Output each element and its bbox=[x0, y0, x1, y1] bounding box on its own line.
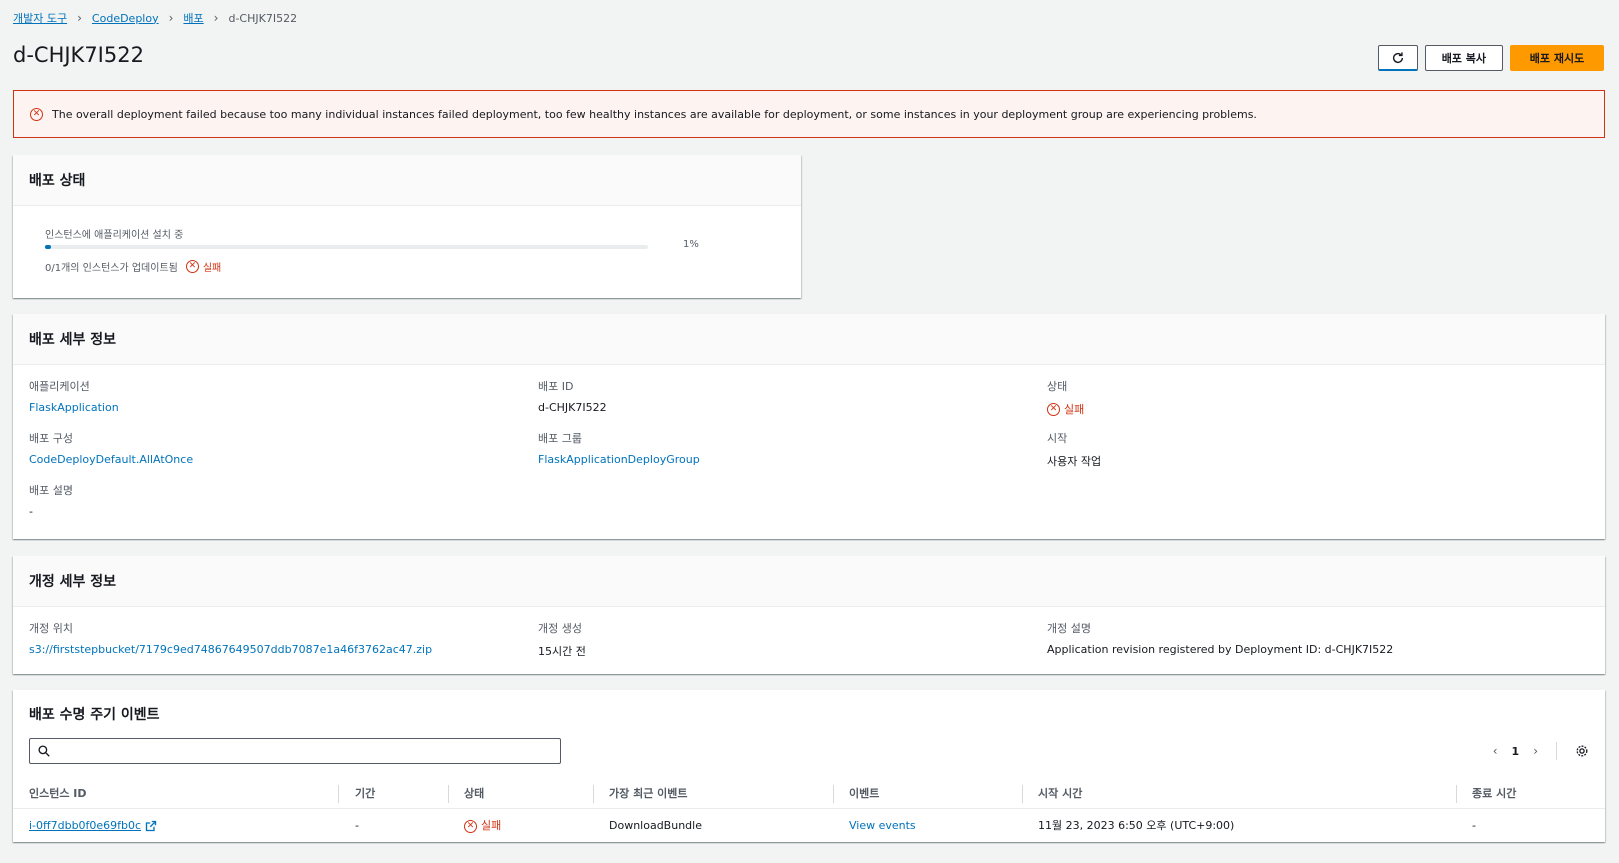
error-icon: ✕ bbox=[30, 107, 43, 121]
alert-message: The overall deployment failed because to… bbox=[52, 107, 1257, 121]
col-latest-event[interactable]: 가장 최근 이벤트 bbox=[609, 779, 688, 809]
status-value: 실패 bbox=[1064, 403, 1085, 416]
header-actions: 배포 복사 배포 재시도 bbox=[1377, 45, 1604, 71]
instance-id-link[interactable]: i-0ff7dbb0f0e69fb0c bbox=[29, 810, 141, 842]
revision-location-label: 개정 위치 bbox=[29, 622, 73, 635]
start-value: 사용자 작업 bbox=[1047, 455, 1102, 468]
revision-description-value: Application revision registered by Deplo… bbox=[1047, 643, 1394, 656]
error-icon: ✕ bbox=[185, 260, 199, 273]
progress-label: 인스턴스에 애플리케이션 설치 중 bbox=[45, 230, 184, 241]
status-failed: 실패 bbox=[202, 263, 222, 274]
error-icon: ✕ bbox=[464, 819, 477, 833]
config-link[interactable]: CodeDeployDefault.AllAtOnce bbox=[29, 453, 193, 466]
col-duration[interactable]: 기간 bbox=[355, 779, 375, 809]
config-label: 배포 구성 bbox=[29, 432, 73, 445]
revision-description-field: 개정 설명 Application revision registered by… bbox=[1047, 620, 1393, 656]
error-alert: ✕ The overall deployment failed because … bbox=[13, 90, 1605, 138]
col-status[interactable]: 상태 bbox=[464, 779, 484, 809]
revision-location-field: 개정 위치 s3://firststepbucket/7179c9ed74867… bbox=[29, 620, 432, 656]
refresh-button[interactable] bbox=[1377, 45, 1418, 71]
revision-created-field: 개정 생성 15시간 전 bbox=[538, 620, 586, 659]
status-field: 상태 ✕ 실패 bbox=[1047, 378, 1084, 417]
config-field: 배포 구성 CodeDeployDefault.AllAtOnce bbox=[29, 430, 193, 466]
deployment-id-value: d-CHJK7I522 bbox=[538, 401, 607, 414]
col-start-time[interactable]: 시작 시간 bbox=[1038, 779, 1082, 809]
revision-details-panel: 개정 세부 정보 개정 위치 s3://firststepbucket/7179… bbox=[13, 556, 1605, 674]
revision-created-value: 15시간 전 bbox=[538, 645, 586, 658]
deployment-id-label: 배포 ID bbox=[538, 380, 574, 393]
instance-id-cell: i-0ff7dbb0f0e69fb0c bbox=[29, 810, 157, 842]
revision-description-label: 개정 설명 bbox=[1047, 622, 1091, 635]
breadcrumb-current: d-CHJK7I522 bbox=[228, 11, 298, 25]
panel-title: 배포 수명 주기 이벤트 bbox=[29, 707, 160, 723]
page-number[interactable]: 1 bbox=[1512, 745, 1520, 758]
table-row: i-0ff7dbb0f0e69fb0c - ✕ 실패 DownloadBundl… bbox=[13, 810, 1605, 842]
col-events[interactable]: 이벤트 bbox=[849, 779, 879, 809]
instances-updated-text: 0/1개의 인스턴스가 업데이트됨 bbox=[45, 263, 178, 274]
chevron-right-icon: › bbox=[168, 11, 174, 25]
lifecycle-events-panel: 배포 수명 주기 이벤트 ‹ 1 › 인스턴스 ID 기간 상태 가장 최근 이… bbox=[13, 690, 1605, 842]
end-time-cell: - bbox=[1472, 819, 1476, 832]
latest-event-cell: DownloadBundle bbox=[609, 819, 702, 832]
start-time-cell: 11월 23, 2023 6:50 오후 (UTC+9:00) bbox=[1038, 819, 1235, 832]
panel-title: 배포 세부 정보 bbox=[13, 314, 1605, 365]
chevron-left-icon[interactable]: ‹ bbox=[1493, 744, 1498, 758]
duration-cell: - bbox=[355, 819, 359, 832]
breadcrumb-developer-tools[interactable]: 개발자 도구 bbox=[13, 10, 67, 26]
breadcrumb-codedeploy[interactable]: CodeDeploy bbox=[92, 12, 159, 25]
retry-deployment-button[interactable]: 배포 재시도 bbox=[1510, 45, 1604, 71]
panel-title: 배포 상태 bbox=[13, 155, 801, 206]
chevron-right-icon: › bbox=[213, 11, 219, 25]
application-label: 애플리케이션 bbox=[29, 380, 90, 393]
chevron-right-icon[interactable]: › bbox=[1533, 744, 1538, 758]
description-value: - bbox=[29, 505, 33, 518]
chevron-right-icon: › bbox=[77, 11, 82, 25]
table-header: 인스턴스 ID 기간 상태 가장 최근 이벤트 이벤트 시작 시간 종료 시간 bbox=[13, 779, 1605, 809]
panel-title: 개정 세부 정보 bbox=[13, 556, 1605, 607]
copy-deployment-button[interactable]: 배포 복사 bbox=[1424, 45, 1503, 71]
col-end-time[interactable]: 종료 시간 bbox=[1472, 779, 1516, 809]
revision-created-label: 개정 생성 bbox=[538, 622, 582, 635]
refresh-icon bbox=[1392, 51, 1403, 63]
deployment-id-field: 배포 ID d-CHJK7I522 bbox=[538, 378, 607, 414]
status-label: 상태 bbox=[1047, 380, 1068, 393]
start-label: 시작 bbox=[1047, 432, 1068, 445]
col-instance-id[interactable]: 인스턴스 ID bbox=[29, 779, 87, 809]
status-cell: ✕ 실패 bbox=[464, 810, 501, 842]
page-title: d-CHJK7I522 bbox=[13, 43, 144, 67]
description-label: 배포 설명 bbox=[29, 484, 73, 497]
application-link[interactable]: FlaskApplication bbox=[29, 401, 119, 414]
search-input[interactable] bbox=[29, 738, 561, 764]
progress-fill bbox=[45, 245, 52, 249]
view-events-link[interactable]: View events bbox=[849, 810, 916, 842]
breadcrumb-deployments[interactable]: 배포 bbox=[183, 10, 203, 26]
description-field: 배포 설명 - bbox=[29, 482, 73, 518]
error-icon: ✕ bbox=[1047, 402, 1060, 416]
group-label: 배포 그룹 bbox=[538, 432, 582, 445]
revision-location-link[interactable]: s3://firststepbucket/7179c9ed74867649507… bbox=[29, 643, 432, 656]
deployment-details-panel: 배포 세부 정보 애플리케이션 FlaskApplication 배포 ID d… bbox=[13, 314, 1605, 539]
start-field: 시작 사용자 작업 bbox=[1047, 430, 1101, 469]
progress-percent: 1% bbox=[683, 239, 699, 250]
group-link[interactable]: FlaskApplicationDeployGroup bbox=[538, 453, 700, 466]
deployment-status-panel: 배포 상태 인스턴스에 애플리케이션 설치 중 1% 0/1개의 인스턴스가 업… bbox=[13, 155, 801, 298]
pagination: ‹ 1 › bbox=[1493, 742, 1589, 760]
search-icon bbox=[38, 745, 50, 757]
breadcrumb: 개발자 도구 › CodeDeploy › 배포 › d-CHJK7I522 bbox=[13, 10, 297, 26]
external-link-icon[interactable] bbox=[145, 820, 157, 832]
settings-gear-icon[interactable] bbox=[1575, 744, 1589, 758]
group-field: 배포 그룹 FlaskApplicationDeployGroup bbox=[538, 430, 700, 466]
progress-bar bbox=[45, 245, 648, 249]
application-field: 애플리케이션 FlaskApplication bbox=[29, 378, 119, 414]
status-failed: 실패 bbox=[481, 819, 502, 832]
